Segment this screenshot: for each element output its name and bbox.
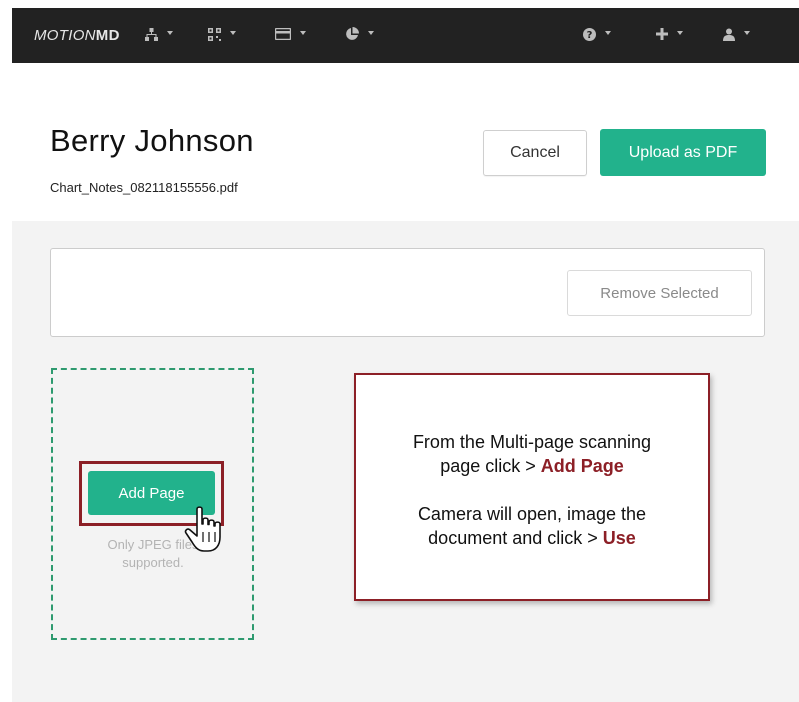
chevron-down-icon	[677, 31, 683, 35]
document-header: Berry Johnson Chart_Notes_082118155556.p…	[12, 63, 799, 221]
file-name: Chart_Notes_082118155556.pdf	[50, 180, 238, 195]
org-chart-icon	[145, 27, 158, 41]
callout-line-2: page click > Add Page	[356, 454, 708, 478]
chevron-down-icon	[167, 31, 173, 35]
callout-add-page-highlight: Add Page	[540, 456, 624, 476]
pie-chart-icon	[346, 27, 359, 40]
brand-light-text: MOTION	[34, 27, 96, 44]
chevron-down-icon	[744, 31, 750, 35]
callout-line-2-prefix: page click >	[440, 456, 541, 476]
nav-qr-menu[interactable]	[208, 24, 236, 44]
nav-billing-menu[interactable]	[275, 24, 306, 44]
brand-bold-text: MD	[95, 27, 120, 44]
brand-logo[interactable]: MOTIONMD	[34, 27, 120, 44]
hand-pointer-icon	[184, 506, 221, 552]
qr-code-icon	[208, 27, 221, 41]
callout-spacer	[356, 478, 708, 502]
app-window: MOTIONMD ? Berry Johnson Chart_Notes_082…	[12, 8, 799, 702]
nav-user-menu[interactable]	[723, 24, 750, 44]
chevron-down-icon	[368, 31, 374, 35]
help-icon: ?	[583, 27, 596, 41]
instruction-callout: From the Multi-page scanning page click …	[354, 373, 710, 601]
selection-toolbar-panel: Remove Selected	[50, 248, 765, 337]
chevron-down-icon	[230, 31, 236, 35]
callout-line-3: Camera will open, image the	[417, 504, 647, 524]
nav-reports-menu[interactable]	[345, 24, 374, 44]
callout-line-4-prefix: document and click >	[428, 528, 603, 548]
callout-line-4: document and click > Use	[356, 526, 708, 550]
callout-line-1: From the Multi-page scanning	[412, 432, 652, 452]
svg-text:?: ?	[587, 30, 593, 41]
chevron-down-icon	[605, 31, 611, 35]
nav-help-menu[interactable]: ?	[583, 24, 611, 44]
nav-org-menu[interactable]	[145, 24, 173, 44]
callout-use-highlight: Use	[602, 528, 636, 548]
top-navbar: MOTIONMD ?	[12, 8, 799, 63]
nav-add-menu[interactable]	[656, 24, 683, 44]
chevron-down-icon	[300, 31, 306, 35]
patient-name: Berry Johnson	[50, 123, 254, 158]
user-icon	[723, 28, 735, 41]
callout-text: From the Multi-page scanning page click …	[356, 430, 708, 550]
credit-card-icon	[275, 28, 291, 40]
upload-as-pdf-button[interactable]: Upload as PDF	[600, 129, 766, 176]
plus-icon	[656, 28, 668, 40]
remove-selected-button[interactable]: Remove Selected	[567, 270, 752, 316]
cancel-button[interactable]: Cancel	[483, 130, 587, 176]
